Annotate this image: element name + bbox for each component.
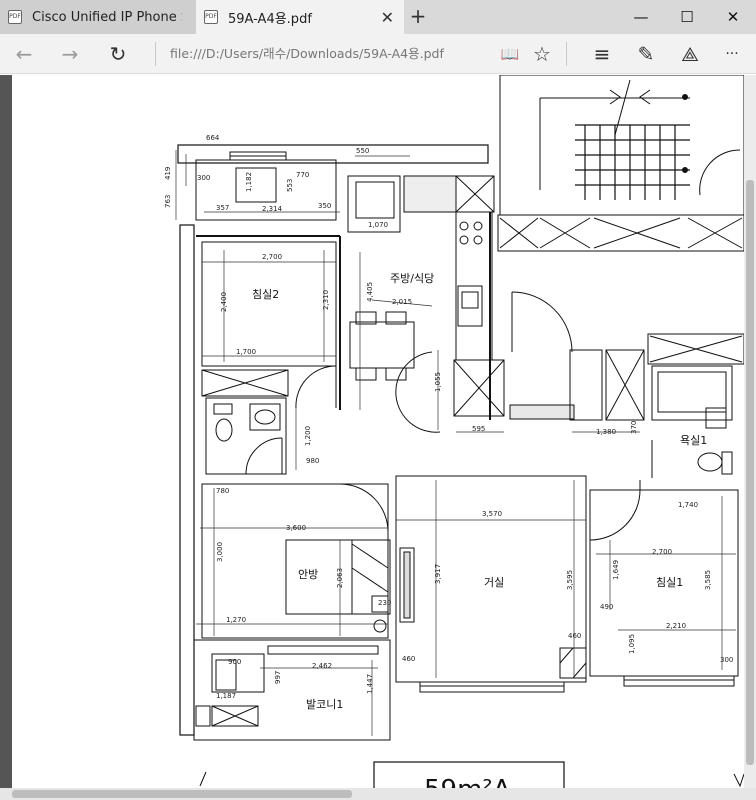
forward-button[interactable]: → [50, 34, 90, 74]
room-label-living: 거실 [484, 576, 504, 589]
dim-label: 770 [296, 171, 309, 179]
dim-label: 1,700 [236, 348, 256, 356]
room-label-bedroom2: 침실2 [252, 288, 279, 301]
dim-label: 2,314 [262, 205, 283, 213]
horizontal-scrollbar[interactable] [0, 788, 756, 800]
dim-label: 460 [568, 632, 581, 640]
pdf-page: 664 550 419 300 1,182 770 553 763 357 2,… [12, 75, 744, 788]
room-labels: 침실2 주방/식당 욕실1 안방 거실 침실1 발코니1 [252, 272, 707, 711]
tab-cisco[interactable]: PDF Cisco Unified IP Phone Serv [0, 0, 196, 34]
dim-label: 230 [378, 599, 391, 607]
dim-label: 1,740 [678, 501, 698, 509]
horizontal-scroll-thumb[interactable] [12, 790, 352, 798]
dim-label: 900 [228, 658, 241, 666]
dim-label: 763 [164, 195, 172, 208]
dim-label: 460 [402, 655, 415, 663]
dim-label: 980 [306, 457, 319, 465]
dim-label: 1,187 [216, 692, 236, 700]
dim-label: 2,400 [220, 292, 228, 312]
more-icon[interactable]: ··· [712, 34, 752, 74]
tab-bar: PDF Cisco Unified IP Phone Serv PDF 59A-… [0, 0, 756, 34]
vertical-scrollbar[interactable] [744, 75, 756, 788]
close-tab-icon[interactable]: ✕ [381, 8, 394, 27]
dim-label: 1,200 [304, 426, 312, 446]
room-label-balcony: 발코니1 [306, 698, 343, 711]
minimize-button[interactable]: — [618, 0, 664, 34]
dim-label: 3,595 [566, 570, 574, 590]
dim-label: 2,700 [652, 548, 672, 556]
divider [566, 42, 567, 66]
stair-area [499, 75, 744, 216]
tab-title: 59A-A4용.pdf [228, 11, 312, 27]
dim-label: 1,649 [612, 560, 620, 580]
favorite-star-icon[interactable]: ☆ [522, 34, 562, 74]
refresh-button[interactable]: ↻ [98, 34, 138, 74]
dim-label: 1,380 [596, 428, 616, 436]
dim-label: 2,210 [666, 622, 686, 630]
dim-label: 780 [216, 487, 229, 495]
dim-label: 2,700 [262, 253, 282, 261]
tab-title: Cisco Unified IP Phone Serv [32, 9, 182, 25]
dim-label: 357 [216, 204, 229, 212]
divider [155, 42, 156, 66]
maximize-button[interactable]: ☐ [664, 0, 710, 34]
dim-label: 1,182 [245, 172, 253, 192]
dim-label: 3,917 [434, 564, 442, 584]
navigation-bar: ← → ↻ file:///D:/Users/래수/Downloads/59A-… [0, 34, 756, 74]
plan-title: 59m²A [424, 775, 511, 788]
dim-label: 4,405 [366, 282, 374, 302]
dim-label: 1,447 [366, 674, 374, 694]
dim-label: 1,095 [628, 634, 636, 654]
room-label-kitchen: 주방/식당 [390, 272, 434, 285]
hub-icon[interactable]: ≡ [582, 34, 622, 74]
dim-label: 490 [600, 603, 613, 611]
address-bar[interactable]: file:///D:/Users/래수/Downloads/59A-A4용.pd… [170, 34, 444, 74]
dim-label: 350 [318, 202, 331, 210]
dim-label: 997 [274, 671, 282, 684]
dim-label: 300 [720, 656, 733, 664]
dim-label: 370 [630, 421, 638, 434]
vertical-scroll-thumb[interactable] [746, 180, 754, 765]
new-tab-button[interactable]: + [404, 0, 432, 34]
dim-label: 595 [472, 425, 485, 433]
dim-label: 550 [356, 147, 369, 155]
stair-treads [575, 124, 690, 200]
dim-label: 3,585 [704, 570, 712, 590]
dim-label: 2,015 [392, 298, 412, 306]
dim-label: 2,063 [336, 568, 344, 588]
room-label-master: 안방 [298, 568, 318, 581]
pdf-icon: PDF [204, 10, 218, 24]
dim-label: 300 [197, 174, 210, 182]
dim-label: 3,600 [286, 524, 306, 532]
web-note-icon[interactable]: ✎ [626, 34, 666, 74]
floor-plan-drawing: 664 550 419 300 1,182 770 553 763 357 2,… [164, 75, 744, 788]
back-button[interactable]: ← [4, 34, 44, 74]
room-label-bedroom1: 침실1 [656, 576, 683, 589]
dim-label: 1,270 [226, 616, 246, 624]
close-window-button[interactable]: ✕ [710, 0, 756, 34]
dim-label: 664 [206, 134, 220, 142]
share-icon[interactable]: ⟁ [670, 34, 710, 74]
dim-label: 2,462 [312, 662, 332, 670]
dim-label: 553 [286, 179, 294, 192]
dim-label: 3,000 [216, 542, 224, 562]
pdf-icon: PDF [8, 10, 22, 24]
viewer-background [0, 75, 12, 788]
tab-pdf[interactable]: PDF 59A-A4용.pdf ✕ [196, 0, 404, 34]
dimension-labels: 664 550 419 300 1,182 770 553 763 357 2,… [164, 134, 733, 700]
dim-label: 2,310 [322, 290, 330, 310]
dim-label: 3,570 [482, 510, 502, 518]
dim-label: 1,070 [368, 221, 388, 229]
room-label-bathroom1: 욕실1 [680, 434, 707, 447]
dim-label: 1,055 [434, 372, 442, 392]
dim-label: 419 [164, 167, 172, 180]
